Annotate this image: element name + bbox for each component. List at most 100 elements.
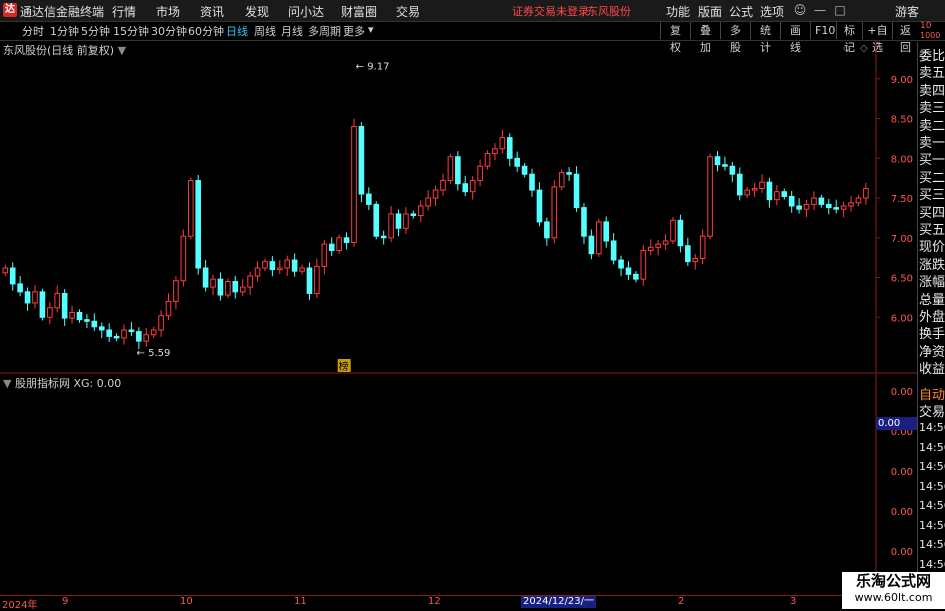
- period-weekly[interactable]: 周线: [254, 23, 276, 39]
- candle-body: [84, 319, 90, 322]
- candle-body: [811, 197, 817, 205]
- tool-draw-line[interactable]: 画线: [780, 22, 810, 54]
- diamond-icon[interactable]: ◇: [860, 43, 868, 54]
- candle-body: [840, 205, 847, 210]
- time-label: 14:56: [919, 499, 945, 512]
- period-5min[interactable]: 5分钟: [81, 23, 110, 39]
- candle-body: [729, 165, 736, 175]
- candle-body: [284, 259, 291, 269]
- kline-chart[interactable]: 9.00 8.50 8.00 7.50 7.00 6.50 6.00 0.00 0.00 0.0…: [0, 41, 917, 595]
- candle-body: [158, 315, 164, 331]
- candle-body: [225, 281, 231, 296]
- candle-body: [707, 156, 713, 237]
- time-label: 14:56: [919, 518, 945, 532]
- candle-body: [121, 329, 127, 339]
- period-1min[interactable]: 1分钟: [50, 23, 79, 39]
- candle-body: [76, 312, 83, 321]
- candle-body: [314, 265, 320, 294]
- date-axis: [0, 595, 917, 610]
- menu-wealth-circle[interactable]: 财富圈: [341, 3, 377, 20]
- candle-body: [425, 197, 431, 207]
- tool-back[interactable]: 返回: [892, 22, 918, 54]
- period-30min[interactable]: 30分钟: [151, 23, 187, 39]
- candle-body: [366, 193, 372, 205]
- menu-news[interactable]: 资讯: [200, 3, 224, 20]
- period-more[interactable]: 更多: [343, 23, 365, 39]
- period-15min[interactable]: 15分钟: [113, 23, 149, 39]
- time-label: 14:56: [919, 479, 945, 493]
- menu-ask-xiaoda[interactable]: 问小达: [288, 3, 324, 20]
- chevron-down-icon[interactable]: ▾: [368, 23, 374, 36]
- tool-restore-rights[interactable]: 复权: [660, 22, 690, 54]
- menu-market[interactable]: 市场: [156, 3, 180, 20]
- corner-bottom-value: 1000: [920, 31, 941, 40]
- candle-body: [410, 213, 417, 217]
- tool-add-watchlist[interactable]: +自选: [862, 22, 892, 54]
- menu-layout[interactable]: 版面: [698, 3, 722, 20]
- period-daily[interactable]: 日线: [226, 23, 248, 39]
- tool-multi-stock[interactable]: 多股: [720, 22, 750, 54]
- candle-body: [388, 213, 394, 239]
- candle-body: [61, 292, 68, 319]
- candle-body: [625, 267, 632, 275]
- candle-body: [714, 156, 721, 166]
- candle-body: [655, 243, 661, 248]
- candle-body: [136, 331, 142, 342]
- candle-body: [395, 213, 402, 229]
- info-label: 买二: [919, 166, 945, 186]
- candle-body: [358, 126, 365, 195]
- info-label: 收益: [919, 358, 945, 378]
- period-multi[interactable]: 多周期: [308, 23, 341, 39]
- candle-body: [566, 172, 572, 175]
- login-warning[interactable]: 证券交易未登录: [512, 3, 589, 19]
- tool-f10[interactable]: F10: [810, 22, 836, 39]
- menu-formula[interactable]: 公式: [729, 3, 753, 20]
- price-tick-label: 7.50: [891, 194, 913, 205]
- menu-discover[interactable]: 发现: [245, 3, 269, 20]
- chevron-down-icon[interactable]: ▼: [3, 377, 11, 390]
- high-price-label: ← 9.17: [356, 61, 390, 72]
- user-icon[interactable]: ☺: [792, 2, 808, 18]
- low-price-label: ← 5.59: [137, 348, 171, 359]
- period-timeshare[interactable]: 分时: [22, 23, 44, 39]
- candle-body: [514, 157, 520, 167]
- candle-body: [91, 320, 98, 328]
- menu-functions[interactable]: 功能: [666, 3, 690, 20]
- main-chart-label: 东风股份(日线 前复权) ▼: [3, 42, 126, 58]
- info-label: 买四: [919, 201, 945, 221]
- diamond-icon[interactable]: ◇: [843, 43, 851, 54]
- candle-body: [432, 189, 439, 199]
- cursor-date: 2024/12/23/一: [521, 596, 597, 608]
- menu-market-quotes[interactable]: 行情: [112, 3, 136, 20]
- indicator-tick-label: 0.00: [891, 387, 913, 398]
- maximize-icon[interactable]: □: [832, 2, 848, 18]
- candle-body: [291, 259, 298, 272]
- period-monthly[interactable]: 月线: [281, 23, 303, 39]
- menu-options[interactable]: 选项: [760, 3, 784, 20]
- candle-body: [499, 137, 506, 150]
- info-label: 总量: [919, 288, 945, 308]
- candle-body: [796, 205, 802, 210]
- candle-body: [670, 219, 676, 242]
- chevron-down-icon[interactable]: ▼: [118, 44, 126, 57]
- tool-mark[interactable]: 标记: [836, 22, 862, 54]
- minimize-icon[interactable]: —: [812, 2, 828, 18]
- candle-body: [677, 219, 684, 247]
- candle-body: [521, 165, 528, 175]
- tool-statistics[interactable]: 统计: [750, 22, 780, 54]
- menu-trade[interactable]: 交易: [396, 3, 420, 20]
- candle-body: [98, 326, 105, 331]
- time-label: 14:56: [919, 538, 945, 551]
- indicator-tick-label: 0.00: [891, 467, 913, 478]
- tool-overlay[interactable]: 叠加: [690, 22, 720, 54]
- indicator-tick-label: 0.00: [891, 547, 913, 558]
- main-chart-title: 东风股份(日线 前复权): [3, 44, 115, 57]
- candle-body: [150, 329, 157, 336]
- candle-body: [863, 188, 869, 199]
- guest-label[interactable]: 游客: [895, 3, 919, 20]
- info-label: 买五: [919, 219, 945, 238]
- candle-body: [143, 334, 150, 342]
- candle-body: [440, 180, 446, 191]
- price-axis: 9.00 8.50 8.00 7.50 7.00 6.50 6.00: [876, 75, 913, 324]
- period-60min[interactable]: 60分钟: [188, 23, 224, 39]
